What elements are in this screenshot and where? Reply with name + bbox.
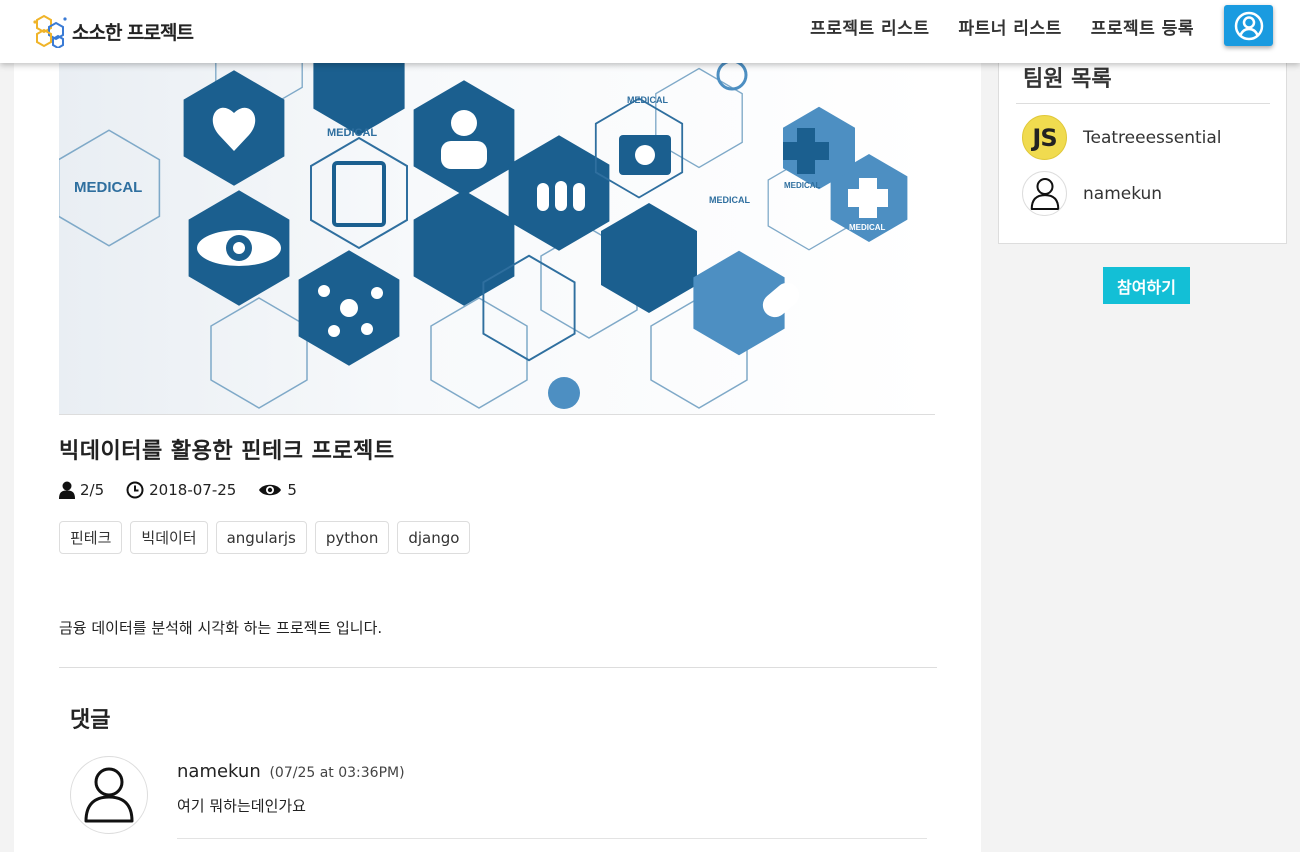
member-name: Teatreeessential	[1083, 127, 1222, 148]
clock-icon	[126, 481, 144, 499]
member-count-value: 2/5	[80, 481, 105, 499]
brand-logo[interactable]: 소소한 프로젝트	[32, 14, 194, 48]
team-panel: 팀원 목록 JS Teatreeessential namekun	[998, 40, 1287, 244]
team-member[interactable]: namekun	[1022, 171, 1162, 216]
section-divider	[59, 667, 937, 668]
hero-label: MEDICAL	[709, 195, 750, 205]
nav-project-list[interactable]: 프로젝트 리스트	[810, 14, 929, 39]
comment-avatar	[70, 756, 148, 834]
tag-list: 핀테크 빅데이터 angularjs python django	[59, 521, 478, 554]
view-count-value: 5	[287, 481, 297, 499]
project-description: 금융 데이터를 분석해 시각화 하는 프로젝트 입니다.	[59, 619, 383, 637]
tag[interactable]: python	[314, 521, 390, 554]
member-avatar	[1022, 171, 1067, 216]
project-hero-image: MEDICAL MEDICAL MEDICAL MEDICAL MEDICAL …	[59, 63, 935, 415]
hexagon-logo-icon	[33, 14, 67, 48]
team-member[interactable]: JS Teatreeessential	[1022, 115, 1222, 160]
profile-button[interactable]	[1224, 5, 1273, 46]
person-icon	[59, 481, 75, 499]
tag[interactable]: 핀테크	[59, 521, 123, 554]
member-count: 2/5	[59, 481, 104, 499]
brand-name: 소소한 프로젝트	[72, 21, 194, 44]
user-outline-icon	[84, 767, 134, 823]
team-divider	[1016, 103, 1270, 104]
hero-label: MEDICAL	[627, 95, 668, 105]
user-circle-icon	[1234, 11, 1263, 40]
join-project-button[interactable]: 참여하기	[1103, 267, 1190, 304]
top-navbar: 소소한 프로젝트 프로젝트 리스트 파트너 리스트 프로젝트 등록	[0, 0, 1300, 63]
js-logo-icon: JS	[1032, 123, 1057, 152]
eye-icon	[259, 484, 282, 496]
user-outline-icon	[1030, 177, 1059, 210]
medical-hexagon-illustration: MEDICAL MEDICAL MEDICAL MEDICAL MEDICAL …	[59, 63, 908, 409]
member-avatar: JS	[1022, 115, 1067, 160]
project-meta: 2/5 2018-07-25 5	[59, 481, 319, 499]
member-name: namekun	[1083, 183, 1163, 204]
tag[interactable]: django	[397, 521, 471, 554]
view-count: 5	[258, 481, 297, 499]
comment-header: namekun (07/25 at 03:36PM)	[177, 761, 405, 782]
nav-project-register[interactable]: 프로젝트 등록	[1091, 14, 1194, 39]
tag[interactable]: angularjs	[215, 521, 307, 554]
comment-author-name[interactable]: namekun	[177, 761, 261, 782]
team-panel-title: 팀원 목록	[1023, 67, 1112, 92]
comment-body: 여기 뭐하는데인가요	[177, 797, 306, 815]
created-date-value: 2018-07-25	[149, 481, 237, 499]
hero-label: MEDICAL	[849, 223, 886, 232]
nav-links: 프로젝트 리스트 파트너 리스트 프로젝트 등록	[781, 0, 1194, 52]
comment-divider	[177, 838, 927, 839]
comments-heading: 댓글	[70, 708, 111, 733]
comment-timestamp: (07/25 at 03:36PM)	[269, 765, 405, 781]
created-date: 2018-07-25	[126, 481, 236, 499]
tag[interactable]: 빅데이터	[130, 521, 208, 554]
main-content: MEDICAL MEDICAL MEDICAL MEDICAL MEDICAL …	[14, 0, 981, 852]
hero-label: MEDICAL	[327, 127, 377, 139]
nav-partner-list[interactable]: 파트너 리스트	[958, 14, 1061, 39]
hero-label: MEDICAL	[74, 179, 142, 196]
project-title: 빅데이터를 활용한 핀테크 프로젝트	[59, 439, 395, 464]
hero-label: MEDICAL	[784, 181, 821, 190]
